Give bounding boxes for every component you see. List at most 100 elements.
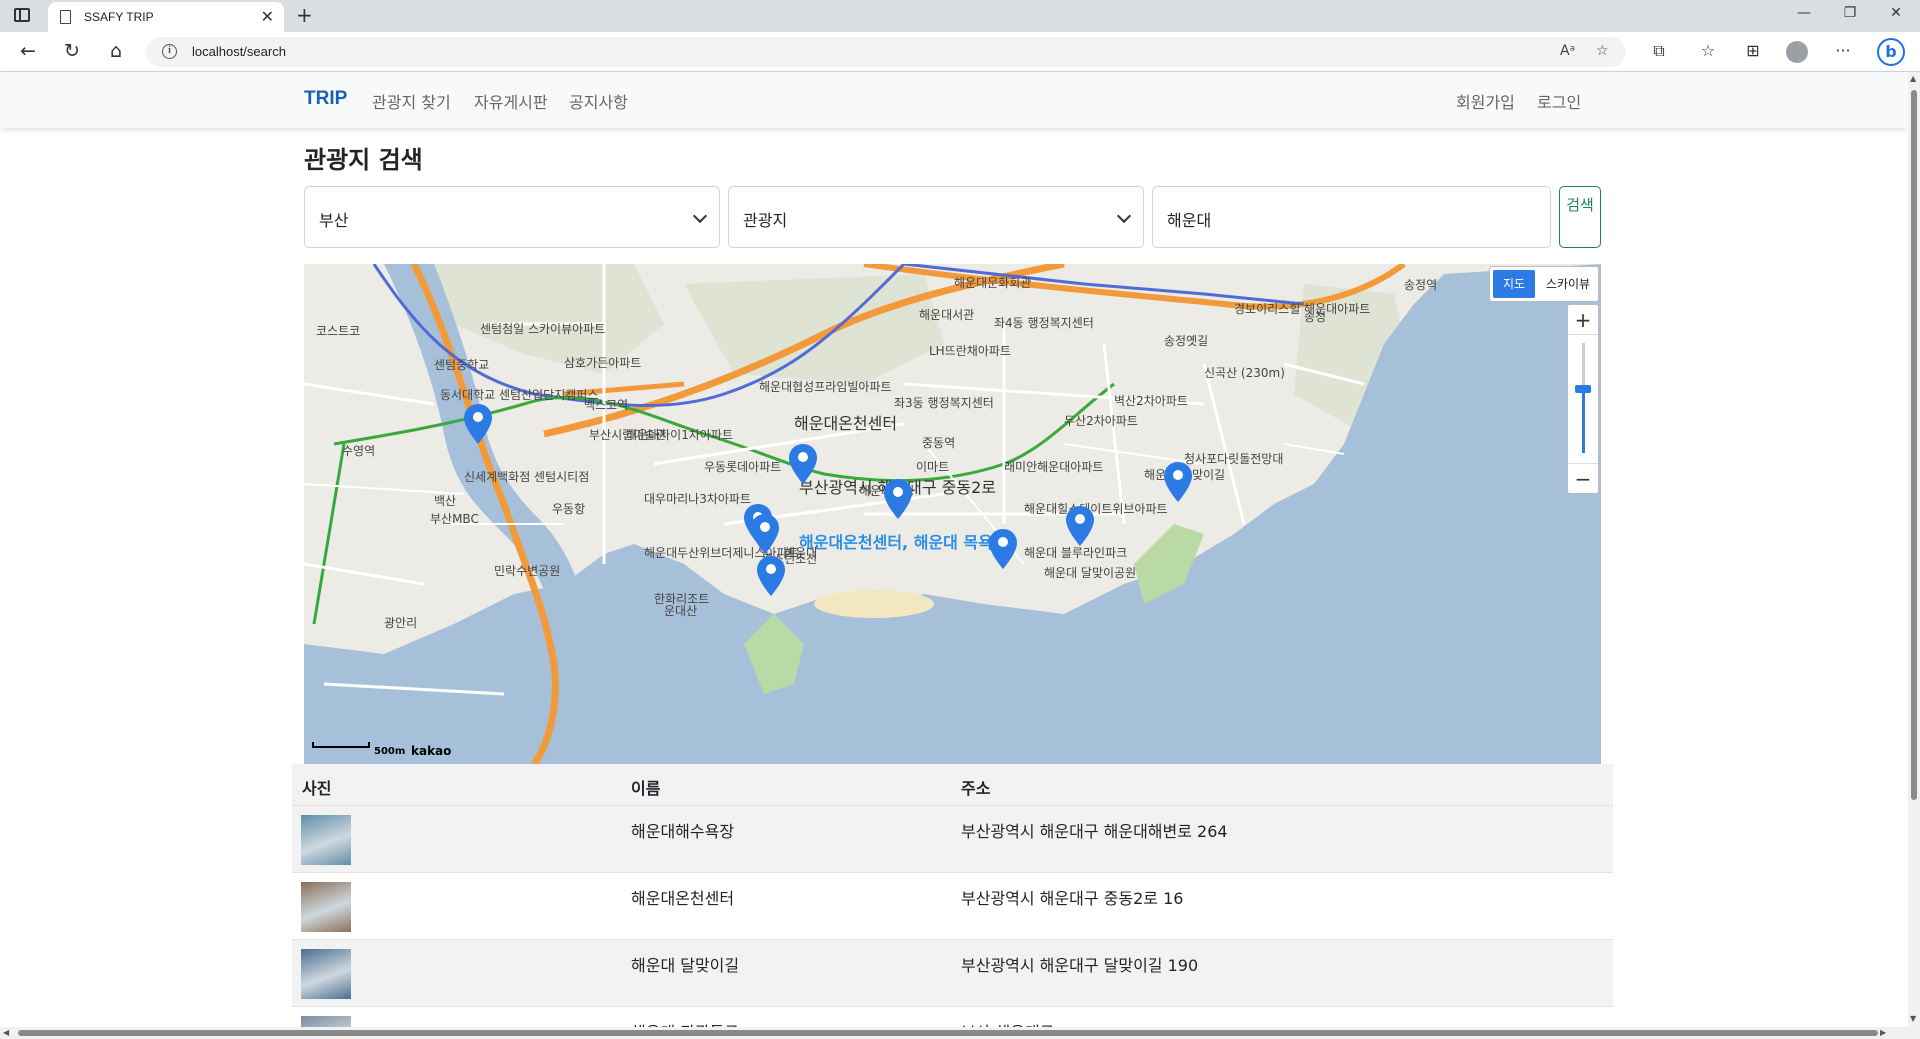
keyword-input[interactable]: 해운대 <box>1152 186 1551 248</box>
map-place-label: 백산 <box>434 494 457 508</box>
map-type-map-button[interactable]: 지도 <box>1493 270 1535 298</box>
map-place-label: 송정옛길 <box>1164 334 1209 348</box>
address-bar[interactable]: i localhost/search Aᵃ ☆ <box>146 37 1626 67</box>
nav-link-signup[interactable]: 회원가입 <box>1456 89 1515 113</box>
map-marker-icon[interactable] <box>1066 506 1094 546</box>
map-place-label: 수영역 <box>342 444 376 458</box>
header-photo: 사진 <box>302 779 332 798</box>
row-address: 부산광역시 해운대구 중동2로 16 <box>961 889 1184 908</box>
content-type-select[interactable]: 관광지 <box>728 186 1144 248</box>
map-place-label: 운대산 <box>664 604 698 618</box>
map-marker-icon[interactable] <box>989 529 1017 569</box>
map-marker-icon[interactable] <box>789 444 817 484</box>
nav-link-board[interactable]: 자유게시판 <box>474 89 548 113</box>
map-view[interactable]: 지도 스카이뷰 + − 500m kakao 해운대온천센터부산광역시 해운대구… <box>304 264 1601 764</box>
horizontal-scrollbar[interactable]: ◀ ▶ <box>0 1027 1920 1039</box>
map-marker-icon[interactable] <box>751 514 779 554</box>
scroll-down-icon[interactable]: ▼ <box>1910 1014 1916 1023</box>
nav-link-attractions[interactable]: 관광지 찾기 <box>372 89 451 113</box>
favorite-add-icon[interactable]: ☆ <box>1596 43 1609 59</box>
map-place-label: 해운대온천센터, 해운대 목욕탕 <box>799 533 1008 552</box>
map-place-label: 대우마리나3차아파트 <box>644 492 751 506</box>
tab-actions-icon[interactable] <box>14 8 30 22</box>
chevron-down-icon <box>692 208 708 224</box>
close-tab-icon[interactable]: ✕ <box>261 7 274 26</box>
map-place-label: 민락수변공원 <box>494 564 561 578</box>
row-thumbnail <box>301 882 351 932</box>
page-icon <box>60 10 71 24</box>
zoom-slider-handle[interactable] <box>1575 385 1591 393</box>
map-place-label: 중동역 <box>922 436 956 450</box>
map-marker-icon[interactable] <box>464 404 492 444</box>
zoom-out-button[interactable]: − <box>1568 463 1598 493</box>
map-place-label: 부산MBC <box>430 512 479 526</box>
map-place-label: 해운대문화회관 <box>954 276 1032 290</box>
more-options-icon[interactable]: ··· <box>1832 41 1854 60</box>
horizontal-scroll-thumb[interactable] <box>18 1030 1878 1036</box>
new-tab-icon[interactable]: + <box>296 3 313 27</box>
favorites-icon[interactable]: ☆ <box>1697 41 1719 60</box>
map-place-label: 신세계백화점 센텀시티점 <box>464 470 590 484</box>
map-place-label: 해운대 <box>784 546 818 560</box>
nav-link-login[interactable]: 로그인 <box>1537 89 1581 113</box>
collections-icon[interactable]: ⊞ <box>1742 41 1764 60</box>
map-type-skyview-button[interactable]: 스카이뷰 <box>1540 270 1596 298</box>
map-place-label: 삼호가든아파트 <box>564 356 642 370</box>
zoom-in-button[interactable]: + <box>1568 305 1598 335</box>
bing-icon[interactable]: b <box>1877 38 1905 66</box>
map-place-label: 우동롯데아파트 <box>704 460 782 474</box>
map-scale-bar <box>312 742 370 748</box>
browser-tab-bar: SSAFY TRIP ✕ + — ❐ ✕ <box>0 0 1920 32</box>
close-window-icon[interactable]: ✕ <box>1886 5 1906 21</box>
map-place-label: 광안리 <box>384 616 418 630</box>
site-info-icon[interactable]: i <box>162 44 177 59</box>
table-row[interactable]: 해운대해수욕장 부산광역시 해운대구 해운대해변로 264 <box>292 806 1613 873</box>
map-marker-icon[interactable] <box>884 479 912 519</box>
chevron-down-icon <box>1116 208 1132 224</box>
map-place-label: 동서대학교 센텀산업단지캠퍼스 <box>440 388 599 402</box>
map-place-label: 센텀중학교 <box>434 358 490 372</box>
brand-logo[interactable]: TRIP <box>304 88 347 110</box>
browser-tab[interactable]: SSAFY TRIP ✕ <box>48 2 284 32</box>
refresh-icon[interactable]: ↻ <box>60 40 84 62</box>
scroll-right-icon[interactable]: ▶ <box>1880 1028 1886 1037</box>
region-select[interactable]: 부산 <box>304 186 720 248</box>
home-icon[interactable]: ⌂ <box>104 40 128 62</box>
zoom-control: + − <box>1567 304 1599 494</box>
vertical-scrollbar[interactable]: ▲ ▼ <box>1908 72 1920 1027</box>
map-place-label: 해운대 달맞이공원 <box>1044 566 1137 580</box>
table-row[interactable]: 해운대온천센터 부산광역시 해운대구 중동2로 16 <box>292 873 1613 940</box>
minimize-icon[interactable]: — <box>1794 5 1814 21</box>
vertical-scroll-thumb[interactable] <box>1911 90 1917 800</box>
type-select-value: 관광지 <box>743 211 788 230</box>
search-button[interactable]: 검색 <box>1559 186 1601 248</box>
map-marker-icon[interactable] <box>1164 462 1192 502</box>
row-address: 부산광역시 해운대구 해운대해변로 264 <box>961 822 1228 841</box>
scroll-up-icon[interactable]: ▲ <box>1910 74 1916 83</box>
restore-icon[interactable]: ❐ <box>1840 5 1860 21</box>
extensions-icon[interactable]: ⧉ <box>1648 41 1670 61</box>
url-text[interactable]: localhost/search <box>192 44 286 59</box>
address-bar-row: ← ↻ ⌂ i localhost/search Aᵃ ☆ ⧉ ☆ ⊞ ··· … <box>0 32 1920 72</box>
profile-avatar[interactable] <box>1786 41 1808 63</box>
site-navbar: TRIP 관광지 찾기 자유게시판 공지사항 회원가입 로그인 <box>0 72 1908 128</box>
read-aloud-icon[interactable]: Aᵃ <box>1560 43 1575 59</box>
map-type-control: 지도 스카이뷰 <box>1489 266 1599 302</box>
map-place-label: 해운대힐스테이트위브아파트 <box>1024 502 1168 516</box>
map-base-layer <box>304 264 1601 764</box>
map-place-label: 센텀첨일 스카이뷰아파트 <box>480 322 606 336</box>
map-marker-icon[interactable] <box>757 556 785 596</box>
table-row[interactable]: 해운대 달맞이길 부산광역시 해운대구 달맞이길 190 <box>292 940 1613 1007</box>
row-thumbnail <box>301 949 351 999</box>
kakao-logo: kakao <box>411 744 452 758</box>
back-icon[interactable]: ← <box>16 40 40 62</box>
table-header: 사진 이름 주소 <box>292 764 1613 806</box>
row-thumbnail <box>301 815 351 865</box>
map-place-label: 두산2차아파트 <box>1064 414 1138 428</box>
map-place-label: 경보이리스힐 해운대아파트 <box>1234 302 1371 316</box>
scroll-left-icon[interactable]: ◀ <box>3 1028 9 1037</box>
keyword-input-value: 해운대 <box>1167 211 1212 230</box>
map-place-label: 신곡산 (230m) <box>1204 366 1285 380</box>
map-place-label: 송정역 <box>1404 278 1438 292</box>
nav-link-notice[interactable]: 공지사항 <box>569 89 628 113</box>
